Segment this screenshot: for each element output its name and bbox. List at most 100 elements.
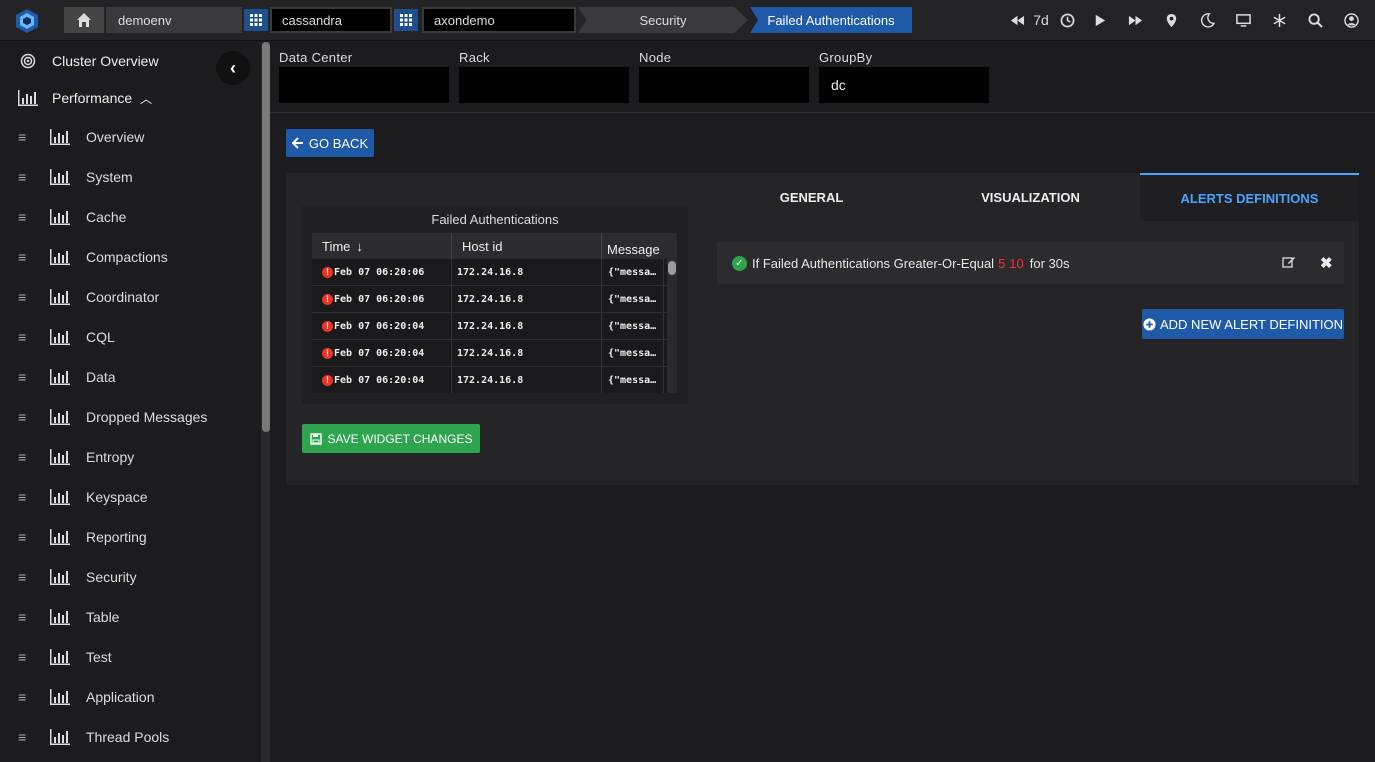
drag-handle-icon[interactable]: ≡ xyxy=(18,409,30,425)
node-select[interactable] xyxy=(639,67,809,103)
table-row[interactable]: ! Feb 07 06:20:04 172.24.16.8 {"messa… xyxy=(312,367,677,393)
drag-handle-icon[interactable]: ≡ xyxy=(18,449,30,465)
env-grid-button[interactable] xyxy=(244,9,268,31)
sidebar-item-dropped-messages[interactable]: ≡ Dropped Messages xyxy=(18,407,207,427)
sidebar-item-keyspace[interactable]: ≡ Keyspace xyxy=(18,487,147,507)
sidebar-item-cache[interactable]: ≡ Cache xyxy=(18,207,126,227)
grid-icon xyxy=(400,14,412,26)
dc-filter: Data Center xyxy=(279,50,449,103)
sidebar-item-system[interactable]: ≡ System xyxy=(18,167,133,187)
sidebar-item-cql[interactable]: ≡ CQL xyxy=(18,327,115,347)
env-crumb[interactable]: demoenv xyxy=(106,7,242,33)
play-button[interactable] xyxy=(1081,10,1117,30)
cluster-grid-button[interactable] xyxy=(394,9,418,31)
sidebar-item-table[interactable]: ≡ Table xyxy=(18,607,119,627)
location-button[interactable] xyxy=(1153,10,1189,30)
sidebar-item-entropy[interactable]: ≡ Entropy xyxy=(18,447,134,467)
groupby-select[interactable]: dc xyxy=(819,67,989,103)
table-row[interactable]: ! Feb 07 06:20:04 172.24.16.8 {"messa… xyxy=(312,313,677,340)
play-icon xyxy=(1095,14,1105,26)
freeze-button[interactable] xyxy=(1261,10,1297,30)
drag-handle-icon[interactable]: ≡ xyxy=(18,609,30,625)
filter-bar: Data Center Rack Node GroupBy dc xyxy=(270,41,1375,113)
bar-chart-icon xyxy=(50,129,72,145)
sidebar-item-label: Cache xyxy=(86,209,127,225)
tab-visualization[interactable]: VISUALIZATION xyxy=(921,173,1140,221)
dc-select[interactable] xyxy=(279,67,449,103)
bar-chart-icon xyxy=(50,329,72,345)
collapse-sidebar-button[interactable]: ‹ xyxy=(216,51,250,85)
sidebar-item-compactions[interactable]: ≡ Compactions xyxy=(18,247,168,267)
sidebar-item-data[interactable]: ≡ Data xyxy=(18,367,116,387)
go-back-label: GO BACK xyxy=(308,135,369,151)
drag-handle-icon[interactable]: ≡ xyxy=(18,489,30,505)
sidebar-item-coordinator[interactable]: ≡ Coordinator xyxy=(18,287,159,307)
display-button[interactable] xyxy=(1225,10,1261,30)
sidebar-item-reporting[interactable]: ≡ Reporting xyxy=(18,527,147,547)
cluster-overview-link[interactable]: Cluster Overview xyxy=(18,51,159,71)
sidebar-item-label: Security xyxy=(86,569,137,585)
drag-handle-icon[interactable]: ≡ xyxy=(18,169,30,185)
moon-icon xyxy=(1200,12,1215,28)
drag-handle-icon[interactable]: ≡ xyxy=(18,369,30,385)
tab-general[interactable]: GENERAL xyxy=(702,173,921,221)
drag-handle-icon[interactable]: ≡ xyxy=(18,329,30,345)
range-label[interactable]: 7d xyxy=(1029,10,1053,30)
table-scrollbar[interactable] xyxy=(667,259,677,393)
dark-mode-button[interactable] xyxy=(1189,10,1225,30)
error-icon: ! xyxy=(322,293,333,305)
drag-handle-icon[interactable]: ≡ xyxy=(18,249,30,265)
table-scrollbar-thumb[interactable] xyxy=(668,261,676,275)
drag-handle-icon[interactable]: ≡ xyxy=(18,689,30,705)
edit-alert-button[interactable] xyxy=(1282,255,1296,272)
go-back-button[interactable]: GO BACK xyxy=(286,129,374,157)
section-crumb[interactable]: Security xyxy=(578,7,748,33)
page-crumb[interactable]: Failed Authentications xyxy=(750,7,912,33)
rack-filter-label: Rack xyxy=(459,50,490,65)
sidebar-item-overview[interactable]: ≡ Overview xyxy=(18,127,144,147)
bar-chart-icon xyxy=(50,449,72,465)
drag-handle-icon[interactable]: ≡ xyxy=(18,649,30,665)
rack-select[interactable] xyxy=(459,67,629,103)
user-circle-icon xyxy=(1343,12,1359,28)
table-row[interactable]: ! Feb 07 06:20:04 172.24.16.8 {"messa… xyxy=(312,340,677,367)
drag-handle-icon[interactable]: ≡ xyxy=(18,569,30,585)
drag-handle-icon[interactable]: ≡ xyxy=(18,529,30,545)
add-alert-definition-button[interactable]: ADD NEW ALERT DEFINITION xyxy=(1142,309,1344,339)
performance-group[interactable]: Performance ︿ xyxy=(18,88,152,108)
drag-handle-icon[interactable]: ≡ xyxy=(18,129,30,145)
table-header: Time ↓ Host id Message xyxy=(312,233,677,259)
home-button[interactable] xyxy=(64,7,104,33)
column-host[interactable]: Host id xyxy=(452,233,602,259)
app-logo-icon[interactable] xyxy=(14,8,40,34)
tab-alerts-definitions[interactable]: ALERTS DEFINITIONS xyxy=(1140,173,1359,221)
time-value: Feb 07 06:20:04 xyxy=(334,347,425,359)
column-message[interactable]: Message xyxy=(602,233,677,259)
arrow-down-icon: ↓ xyxy=(356,238,363,254)
cluster-type-crumb[interactable]: cassandra xyxy=(270,7,392,33)
table-row[interactable]: ! Feb 07 06:20:06 172.24.16.8 {"messa… xyxy=(312,259,677,286)
search-button[interactable] xyxy=(1297,10,1333,30)
table-row[interactable]: ! Feb 07 06:20:06 172.24.16.8 {"messa… xyxy=(312,286,677,313)
sidebar-item-thread-pools[interactable]: ≡ Thread Pools xyxy=(18,727,169,747)
rewind-button[interactable] xyxy=(1005,10,1029,30)
node-filter-label: Node xyxy=(639,50,672,65)
sidebar-item-test[interactable]: ≡ Test xyxy=(18,647,112,667)
time-cell: ! Feb 07 06:20:04 xyxy=(312,313,452,339)
close-icon: ✖ xyxy=(1320,255,1333,272)
forward-button[interactable] xyxy=(1117,10,1153,30)
clock-button[interactable] xyxy=(1053,10,1081,30)
sidebar-item-application[interactable]: ≡ Application xyxy=(18,687,155,707)
account-button[interactable] xyxy=(1333,10,1369,30)
drag-handle-icon[interactable]: ≡ xyxy=(18,289,30,305)
save-widget-button[interactable]: SAVE WIDGET CHANGES xyxy=(302,424,480,453)
column-time[interactable]: Time ↓ xyxy=(312,233,452,259)
delete-alert-button[interactable]: ✖ xyxy=(1320,254,1333,272)
drag-handle-icon[interactable]: ≡ xyxy=(18,209,30,225)
cluster-crumb[interactable]: axondemo xyxy=(422,7,576,33)
sidebar-item-label: Reporting xyxy=(86,529,147,545)
sidebar-scrollbar-thumb[interactable] xyxy=(262,42,270,432)
sidebar-item-security[interactable]: ≡ Security xyxy=(18,567,137,587)
column-host-label: Host id xyxy=(462,238,503,254)
drag-handle-icon[interactable]: ≡ xyxy=(18,729,30,745)
